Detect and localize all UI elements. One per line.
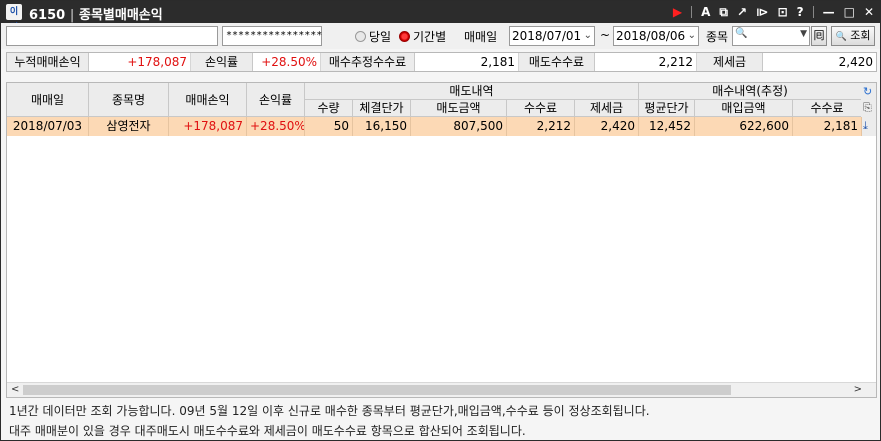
stock-search-input[interactable]: 🔍 ▼	[732, 26, 810, 46]
refresh-icon[interactable]: ↻	[863, 85, 872, 98]
radio-period-label: 기간별	[413, 30, 447, 44]
trade-grid: 매매일 종목명 매매손익 손익률 매도내역 매수내역(추정) 수량 체결단가 매…	[6, 82, 877, 398]
date-to-value: 2018/08/06	[616, 29, 686, 43]
cell-avg-price: 12,452	[639, 117, 695, 136]
window-title: 6150 | 종목별매매손익	[29, 8, 163, 23]
cum-pl-label: 누적매매손익	[7, 53, 89, 71]
notice-area: 1년간 데이터만 조회 가능합니다. 09년 5월 12일 이후 신규로 매수한…	[6, 400, 877, 440]
table-row[interactable]: 2018/07/03 삼영전자 +178,087 +28.50% 50 16,1…	[7, 117, 862, 136]
account-input[interactable]	[6, 26, 218, 46]
stock-label: 종목	[706, 30, 729, 44]
col-trade-date[interactable]: 매매일	[7, 83, 89, 117]
pl-rate-label: 손익률	[191, 53, 253, 71]
calc-button[interactable]: 囘	[811, 26, 827, 46]
date-from-picker[interactable]: 2018/07/01 ⌄	[509, 26, 595, 46]
query-button-label: 조회	[850, 29, 871, 42]
title-bar-icons: ▶ A ⧉ ↗ ⧐ ⊡ ? — □ ✕	[673, 3, 874, 21]
date-separator: ~	[600, 28, 611, 42]
font-icon[interactable]: A	[701, 3, 710, 21]
cum-pl-value: +178,087	[89, 53, 191, 71]
cell-trade-date: 2018/07/03	[7, 117, 89, 136]
chevron-down-icon[interactable]: ⌄	[584, 27, 592, 45]
minimize-icon[interactable]: —	[823, 3, 835, 21]
buy-fee-label: 매수추정수수료	[321, 53, 415, 71]
search-icon[interactable]: 🔍	[735, 28, 747, 39]
radio-today-dot[interactable]	[355, 31, 366, 42]
col-sell-amount[interactable]: 매도금액	[411, 100, 507, 117]
sell-fee-label: 매도수수료	[519, 53, 595, 71]
app-logo-icon: 이전	[6, 4, 22, 33]
close-icon[interactable]: ✕	[864, 3, 874, 21]
scroll-bottom-icon[interactable]: ⤓	[863, 119, 868, 133]
cell-pl-rate: +28.50%	[247, 117, 305, 136]
link-icon[interactable]: ⧐	[756, 3, 769, 21]
pin-icon[interactable]: ↗	[737, 3, 747, 21]
group-buy-details: 매수내역(추정)	[639, 83, 862, 100]
chevron-down-icon[interactable]: ▼	[800, 29, 807, 39]
divider	[691, 6, 693, 18]
query-button[interactable]: 🔍 조회	[831, 26, 875, 46]
pl-rate-value: +28.50%	[253, 53, 321, 71]
horizontal-scrollbar[interactable]: < >	[7, 382, 876, 397]
scroll-right-icon[interactable]: >	[854, 383, 862, 397]
title-bar: 이전 6150 | 종목별매매손익 ▶ A ⧉ ↗ ⧐ ⊡ ? — □ ✕	[1, 1, 880, 33]
notice-line-1: 1년간 데이터만 조회 가능합니다. 09년 5월 12일 이후 신규로 매수한…	[9, 404, 650, 418]
grid-side-tools: ↻ ⎘ ⤓	[861, 83, 876, 136]
cell-buy-amount: 622,600	[695, 117, 793, 136]
trade-date-label: 매매일	[464, 30, 498, 44]
radio-period-dot[interactable]	[399, 31, 410, 42]
radio-period[interactable]: 기간별	[399, 28, 446, 45]
cell-stock-name: 삼영전자	[89, 117, 169, 136]
help-icon[interactable]: ?	[797, 3, 804, 21]
radio-today[interactable]: 당일	[355, 28, 391, 45]
search-icon: 🔍	[835, 32, 847, 42]
cell-exec-price: 16,150	[353, 117, 411, 136]
col-stock-name[interactable]: 종목명	[89, 83, 169, 117]
col-pl-rate[interactable]: 손익률	[247, 83, 305, 117]
col-buy-fee[interactable]: 수수료	[793, 100, 862, 117]
cell-trade-pl: +178,087	[169, 117, 247, 136]
play-icon[interactable]: ▶	[673, 3, 682, 21]
screen-number: 6150	[29, 8, 66, 23]
maximize-icon[interactable]: □	[844, 3, 855, 21]
notice-line-2: 대주 매매분이 있을 경우 대주매도시 매도수수료와 제세금이 매도수수료 항목…	[9, 424, 526, 438]
col-trade-pl[interactable]: 매매손익	[169, 83, 247, 117]
divider	[812, 6, 814, 18]
tax-label: 제세금	[697, 53, 763, 71]
buy-fee-value: 2,181	[415, 53, 519, 71]
group-sell-details: 매도내역	[305, 83, 639, 100]
app-window: 이전 6150 | 종목별매매손익 ▶ A ⧉ ↗ ⧐ ⊡ ? — □ ✕ **…	[0, 0, 881, 441]
summary-row: 누적매매손익 +178,087 손익률 +28.50% 매수추정수수료 2,18…	[6, 52, 877, 72]
col-avg-price[interactable]: 평균단가	[639, 100, 695, 117]
col-sell-fee[interactable]: 수수료	[507, 100, 575, 117]
tax-value: 2,420	[838, 55, 873, 69]
col-qty[interactable]: 수량	[305, 100, 353, 117]
scrollbar-thumb[interactable]	[23, 385, 731, 395]
window-icon[interactable]: ⊡	[778, 3, 788, 21]
date-to-picker[interactable]: 2018/08/06 ⌄	[613, 26, 699, 46]
col-buy-amount[interactable]: 매입금액	[695, 100, 793, 117]
col-exec-price[interactable]: 체결단가	[353, 100, 411, 117]
col-tax[interactable]: 제세금	[575, 100, 639, 117]
sell-fee-value: 2,212	[595, 53, 697, 71]
radio-today-label: 당일	[369, 30, 392, 44]
export-icon[interactable]: ⎘	[863, 101, 872, 115]
scroll-left-icon[interactable]: <	[11, 383, 19, 397]
cell-tax: 2,420	[575, 117, 639, 136]
cell-sell-fee: 2,212	[507, 117, 575, 136]
screen-title: 종목별매매손익	[79, 8, 163, 23]
cell-buy-fee: 2,181	[793, 117, 862, 136]
chevron-down-icon[interactable]: ⌄	[688, 27, 696, 45]
cell-qty: 50	[305, 117, 353, 136]
query-toolbar: **************** 당일 기간별 매매일 2018/07/01 ⌄…	[1, 23, 880, 49]
date-from-value: 2018/07/01	[512, 29, 582, 43]
cell-sell-amount: 807,500	[411, 117, 507, 136]
capture-icon[interactable]: ⧉	[719, 3, 728, 21]
password-input[interactable]: ****************	[222, 26, 322, 46]
